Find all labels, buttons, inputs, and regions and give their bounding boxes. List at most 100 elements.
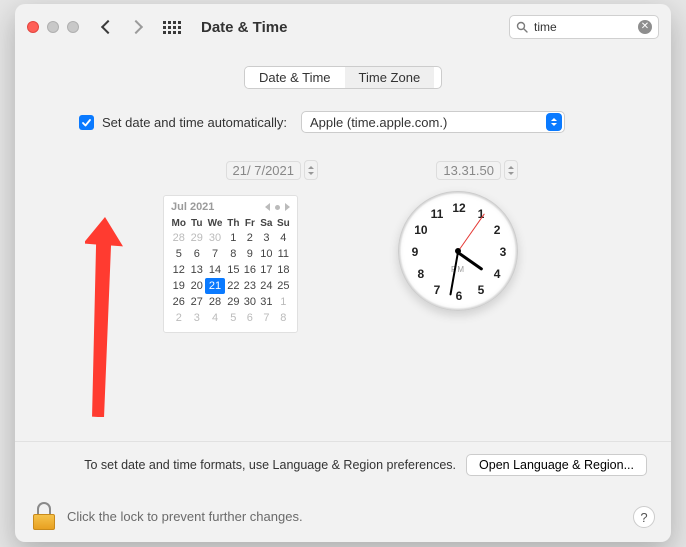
help-button[interactable]: ? (633, 506, 655, 528)
clock-number: 4 (494, 267, 501, 281)
calendar-day[interactable]: 7 (258, 310, 275, 326)
calendar-dow: Fr (242, 217, 259, 230)
tab-date-time[interactable]: Date & Time (245, 67, 345, 88)
calendar-day[interactable]: 29 (225, 294, 242, 310)
search-input-text[interactable]: time (534, 20, 632, 34)
calendar-day[interactable]: 2 (169, 310, 189, 326)
calendar-day[interactable]: 20 (189, 278, 206, 294)
close-icon[interactable] (27, 21, 39, 33)
calendar-day[interactable]: 3 (189, 310, 206, 326)
calendar-day[interactable]: 21 (205, 278, 225, 294)
clock-number: 6 (456, 289, 463, 303)
back-button[interactable] (101, 20, 115, 34)
calendar-day[interactable]: 3 (258, 230, 275, 246)
calendar-day[interactable]: 8 (225, 246, 242, 262)
time-server-select[interactable]: Apple (time.apple.com.) (301, 111, 565, 133)
calendar-day[interactable]: 27 (189, 294, 206, 310)
show-all-icon[interactable] (163, 21, 181, 34)
calendar-day[interactable]: 12 (169, 262, 189, 278)
calendar-day[interactable]: 2 (242, 230, 259, 246)
clock-number: 11 (431, 207, 444, 221)
open-language-region-button[interactable]: Open Language & Region... (466, 454, 647, 476)
titlebar: Date & Time time ✕ (15, 4, 671, 50)
calendar-nav (265, 203, 290, 211)
calendar-day[interactable]: 25 (275, 278, 292, 294)
calendar-day[interactable]: 5 (225, 310, 242, 326)
calendar-day[interactable]: 23 (242, 278, 259, 294)
calendar-dow: Tu (189, 217, 206, 230)
date-stepper[interactable] (304, 160, 318, 180)
calendar-month-label: Jul 2021 (171, 201, 214, 213)
clock-number: 9 (412, 245, 419, 259)
calendar-day[interactable]: 9 (242, 246, 259, 262)
time-stepper[interactable] (504, 160, 518, 180)
clock-number: 5 (478, 283, 485, 297)
window-title: Date & Time (201, 19, 287, 36)
clock-number: 3 (500, 245, 507, 259)
clock-number: 7 (434, 283, 441, 297)
calendar-day[interactable]: 22 (225, 278, 242, 294)
calendar-day[interactable]: 30 (242, 294, 259, 310)
calendar-day[interactable]: 1 (275, 294, 292, 310)
clock-number: 12 (452, 201, 465, 215)
date-pane: 21/ 7/2021 Jul 2021 MoTuWeThFrSaSu282930… (163, 159, 318, 333)
calendar-day[interactable]: 24 (258, 278, 275, 294)
calendar-day[interactable]: 16 (242, 262, 259, 278)
calendar-prev-icon[interactable] (265, 203, 270, 211)
minimize-icon[interactable] (47, 21, 59, 33)
zoom-icon[interactable] (67, 21, 79, 33)
calendar-day[interactable]: 28 (169, 230, 189, 246)
calendar-dow: Sa (258, 217, 275, 230)
calendar-day[interactable]: 1 (225, 230, 242, 246)
calendar-today-icon[interactable] (275, 205, 280, 210)
calendar-day[interactable]: 30 (205, 230, 225, 246)
footer: To set date and time formats, use Langua… (15, 441, 671, 490)
select-arrows-icon (546, 113, 562, 131)
calendar-day[interactable]: 14 (205, 262, 225, 278)
calendar-day[interactable]: 15 (225, 262, 242, 278)
calendar-day[interactable]: 4 (205, 310, 225, 326)
calendar-day[interactable]: 11 (275, 246, 292, 262)
time-pane: 13.31.50 121234567891011 PM (398, 159, 518, 333)
clear-search-icon[interactable]: ✕ (638, 20, 652, 34)
time-input[interactable]: 13.31.50 (416, 159, 518, 181)
preferences-window: Date & Time time ✕ Date & Time Time Zone… (15, 4, 671, 542)
clock-number: 10 (414, 223, 427, 237)
calendar-day[interactable]: 28 (205, 294, 225, 310)
calendar-day[interactable]: 26 (169, 294, 189, 310)
calendar-day[interactable]: 31 (258, 294, 275, 310)
clock-number: 8 (418, 267, 425, 281)
time-server-value: Apple (time.apple.com.) (310, 115, 447, 130)
clock-number: 2 (494, 223, 501, 237)
date-input[interactable]: 21/ 7/2021 (163, 159, 318, 181)
nav-buttons (103, 22, 141, 32)
calendar-day[interactable]: 5 (169, 246, 189, 262)
content-pane: Set date and time automatically: Apple (… (15, 89, 671, 435)
calendar-day[interactable]: 18 (275, 262, 292, 278)
forward-button[interactable] (129, 20, 143, 34)
calendar-next-icon[interactable] (285, 203, 290, 211)
calendar-day[interactable]: 17 (258, 262, 275, 278)
search-field[interactable]: time ✕ (509, 15, 659, 39)
calendar-day[interactable]: 7 (205, 246, 225, 262)
calendar-dow: Mo (169, 217, 189, 230)
calendar-day[interactable]: 29 (189, 230, 206, 246)
calendar-day[interactable]: 13 (189, 262, 206, 278)
auto-datetime-label: Set date and time automatically: (102, 115, 287, 130)
tab-bar: Date & Time Time Zone (244, 66, 442, 89)
lock-bar: Click the lock to prevent further change… (15, 490, 671, 542)
tab-time-zone[interactable]: Time Zone (345, 67, 435, 88)
calendar-day[interactable]: 4 (275, 230, 292, 246)
lock-text: Click the lock to prevent further change… (67, 509, 303, 524)
footer-text: To set date and time formats, use Langua… (39, 458, 456, 472)
search-icon (516, 21, 528, 33)
calendar-day[interactable]: 6 (189, 246, 206, 262)
calendar[interactable]: Jul 2021 MoTuWeThFrSaSu28293012345678910… (163, 195, 298, 333)
calendar-day[interactable]: 6 (242, 310, 259, 326)
lock-icon[interactable] (33, 502, 55, 530)
window-controls (27, 21, 79, 33)
calendar-day[interactable]: 8 (275, 310, 292, 326)
calendar-day[interactable]: 10 (258, 246, 275, 262)
auto-datetime-checkbox[interactable] (79, 115, 94, 130)
calendar-day[interactable]: 19 (169, 278, 189, 294)
